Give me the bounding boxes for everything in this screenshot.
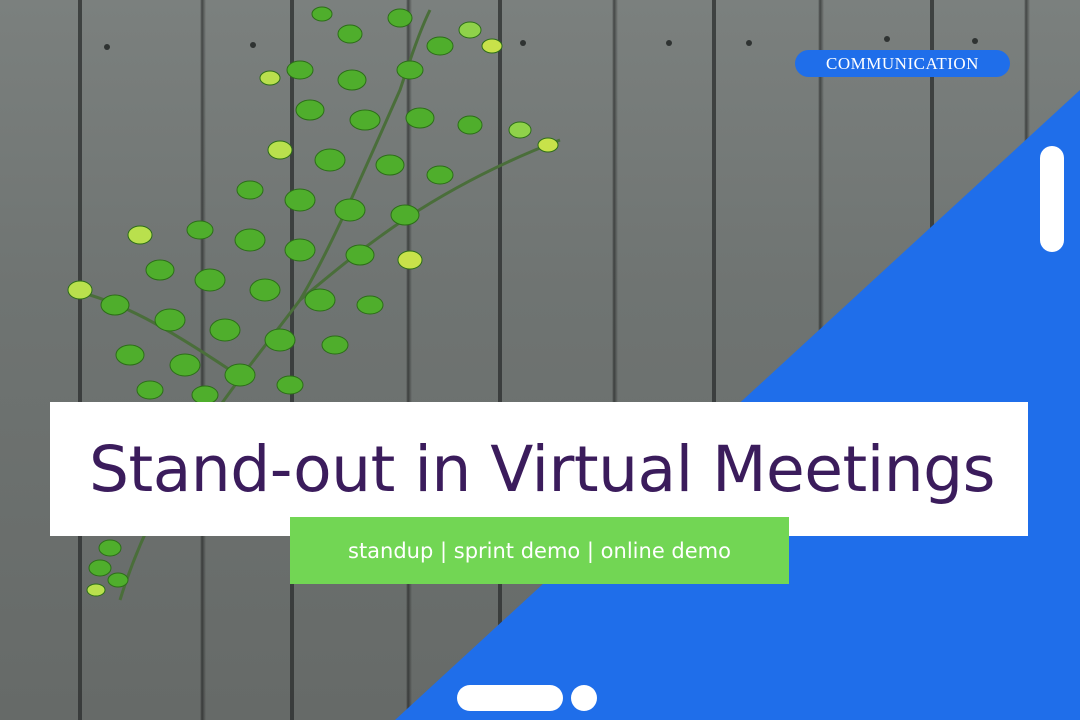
subtitle-text: standup | sprint demo | online demo (348, 538, 731, 563)
decorative-pill-horizontal (457, 685, 563, 711)
blue-triangle-shape (395, 90, 1080, 720)
subtitle-bar: standup | sprint demo | online demo (290, 517, 789, 584)
banner: COMMUNICATION Stand-out in Virtual Meeti… (0, 0, 1080, 720)
decorative-pill-vertical (1040, 146, 1064, 252)
page-title: Stand-out in Virtual Meetings (89, 432, 995, 506)
category-tag: COMMUNICATION (795, 50, 1010, 77)
decorative-dot (571, 685, 597, 711)
title-card: Stand-out in Virtual Meetings (50, 402, 1028, 536)
